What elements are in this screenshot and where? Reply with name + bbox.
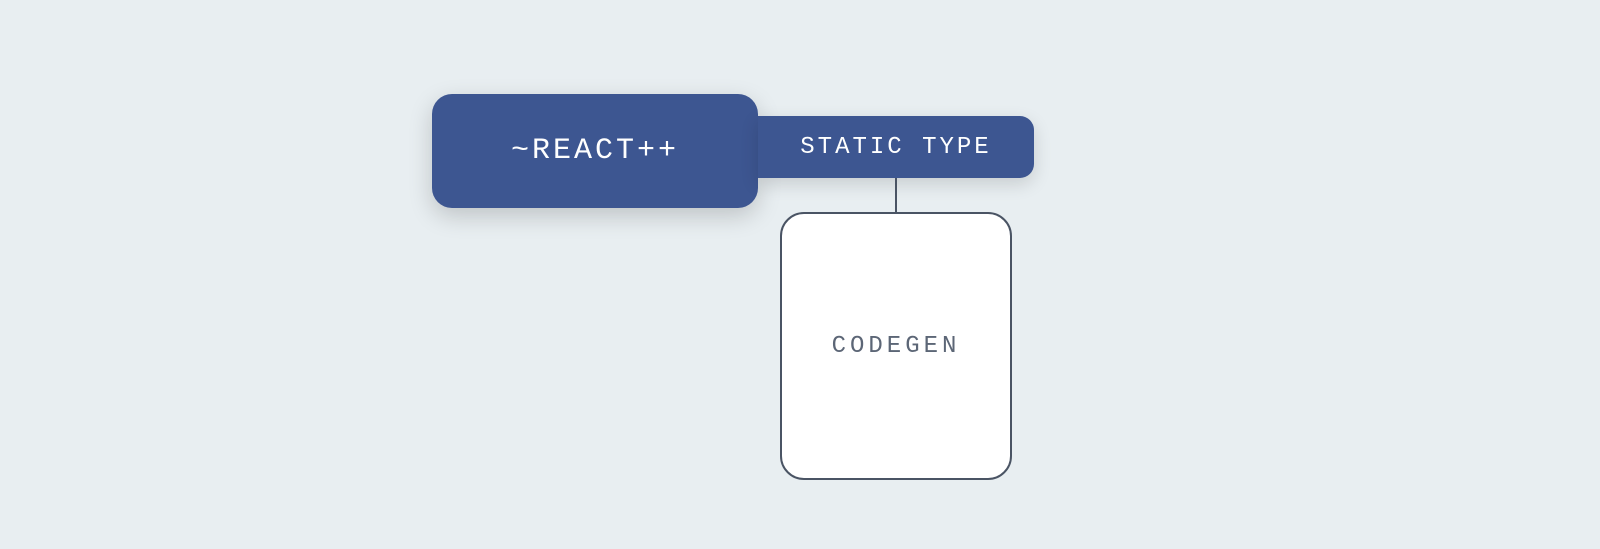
node-codegen: CODEGEN bbox=[780, 212, 1012, 480]
connector-vertical bbox=[895, 178, 897, 212]
node-label: STATIC TYPE bbox=[800, 134, 991, 161]
node-label: ~REACT++ bbox=[511, 134, 679, 168]
node-react-plus-plus: ~REACT++ bbox=[432, 94, 758, 208]
diagram-canvas: ~REACT++ STATIC TYPE CODEGEN bbox=[0, 0, 1600, 549]
node-label: CODEGEN bbox=[832, 333, 961, 360]
node-static-type: STATIC TYPE bbox=[758, 116, 1034, 178]
